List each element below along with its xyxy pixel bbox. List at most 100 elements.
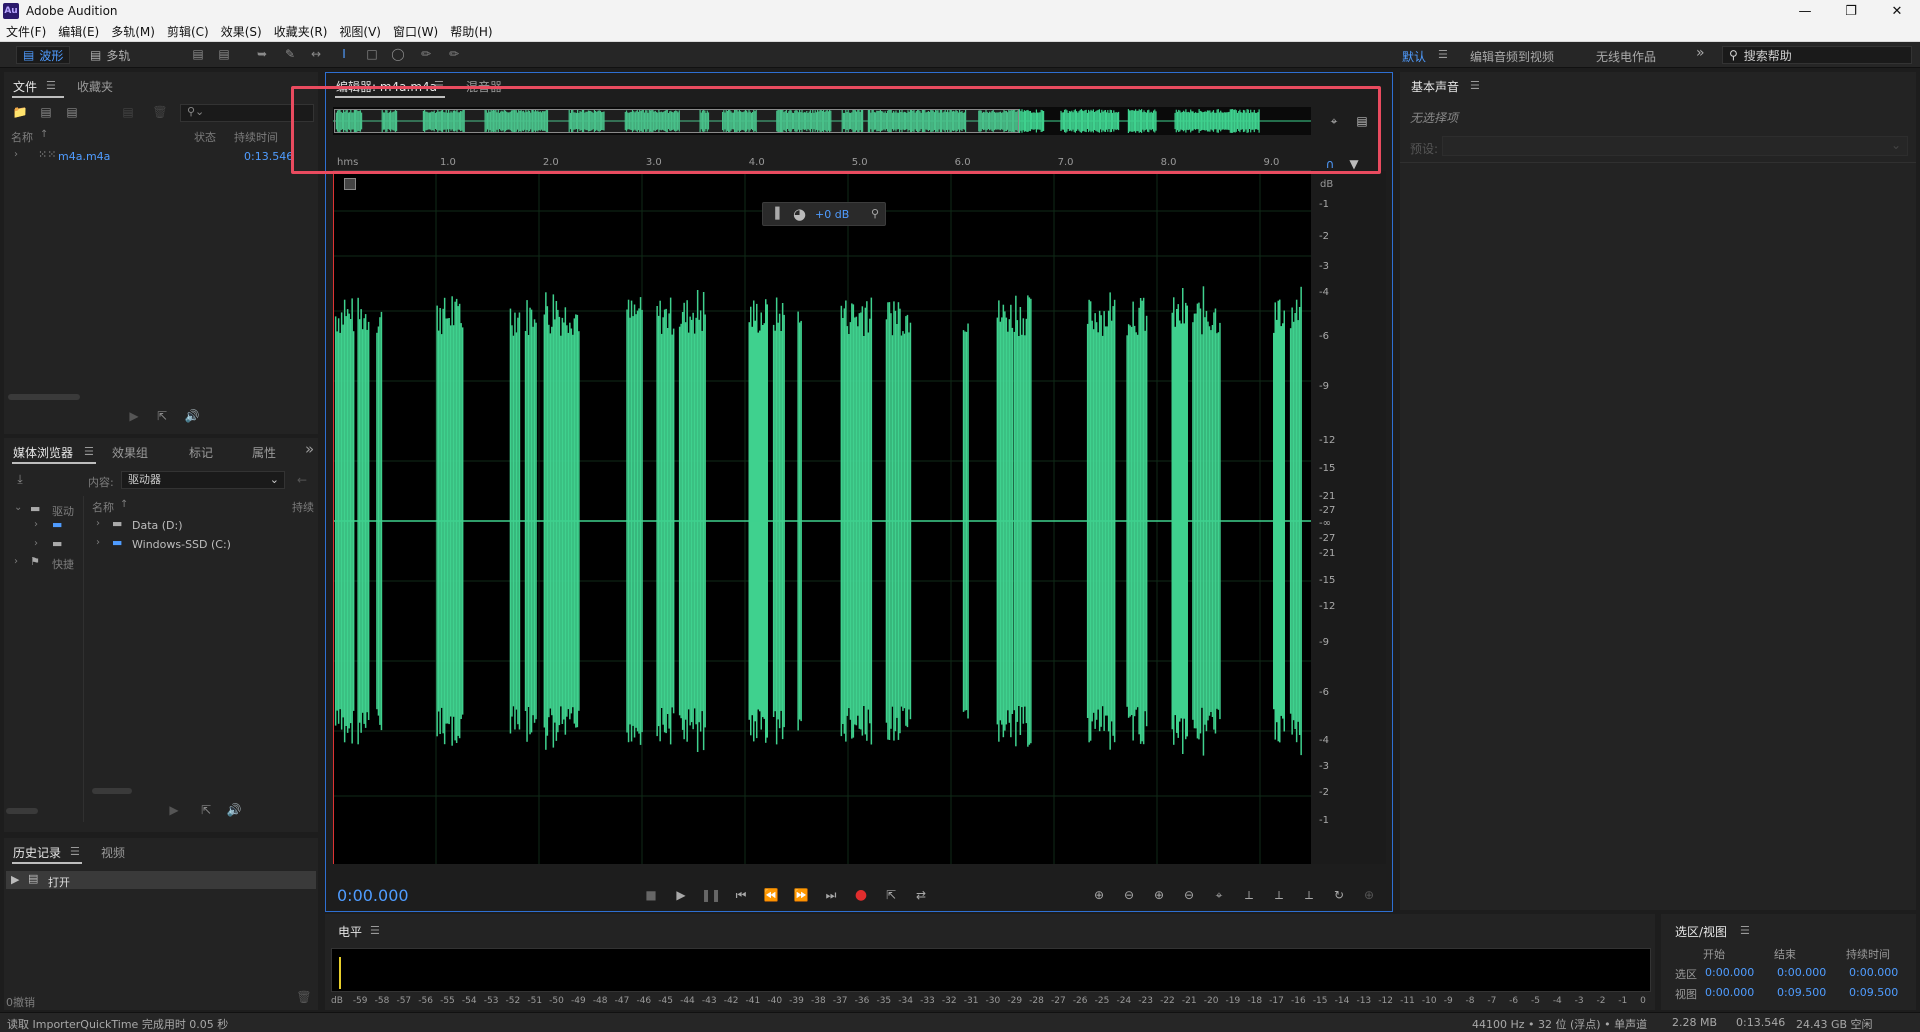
zoom-in-amplitude-icon[interactable]: ⊕: [1091, 887, 1107, 903]
editor-panel-menu-icon[interactable]: ☰: [434, 79, 444, 92]
media-scrollbar[interactable]: [92, 788, 132, 794]
tab-files[interactable]: 文件: [13, 78, 37, 95]
menu-clip[interactable]: 剪辑(C): [161, 23, 215, 40]
selection-start[interactable]: 0:00.000: [1705, 966, 1754, 979]
tab-editor[interactable]: 编辑器: m4a.m4a: [336, 78, 437, 95]
level-meter-title[interactable]: 电平: [338, 923, 362, 940]
loop-preview-icon[interactable]: ⇱: [154, 409, 170, 425]
trash-icon[interactable]: 🗑: [296, 990, 312, 1006]
spectral-pitch-icon[interactable]: ▤: [216, 47, 232, 63]
menu-multitrack[interactable]: 多轨(M): [105, 23, 161, 40]
menu-file[interactable]: 文件(F): [0, 23, 52, 40]
history-item[interactable]: ▶ ▤ 打开: [6, 871, 316, 889]
zoom-reset-icon[interactable]: ⌖: [1326, 114, 1342, 130]
overview-view-range[interactable]: [334, 109, 1019, 133]
time-selection-tool-icon[interactable]: I: [336, 47, 352, 63]
play-preview-icon[interactable]: ▶: [166, 803, 182, 819]
tree-expand-icon[interactable]: ›: [14, 556, 18, 567]
more-tabs-icon[interactable]: »: [305, 440, 314, 458]
loop-playback-icon[interactable]: ⇱: [883, 887, 899, 903]
waveform-mode-button[interactable]: ▤ 波形: [16, 46, 71, 64]
zoom-to-playhead-icon[interactable]: ↻: [1331, 887, 1347, 903]
selection-duration[interactable]: 0:00.000: [1849, 966, 1898, 979]
fast-forward-icon[interactable]: ⏩: [793, 887, 809, 903]
tree-child-expand-icon[interactable]: ›: [34, 538, 38, 549]
column-duration[interactable]: 持续时间: [234, 129, 278, 145]
view-start[interactable]: 0:00.000: [1705, 986, 1754, 999]
overview-menu-icon[interactable]: ▤: [1354, 114, 1370, 130]
stop-icon[interactable]: ■: [643, 887, 659, 903]
slip-tool-icon[interactable]: ↔: [308, 47, 324, 63]
selection-end[interactable]: 0:00.000: [1777, 966, 1826, 979]
skip-to-start-icon[interactable]: ⏮: [733, 887, 749, 903]
column-status[interactable]: 状态: [194, 129, 216, 145]
workspace-edit-audio-video[interactable]: 编辑音频到视频: [1470, 48, 1554, 65]
file-filter-input[interactable]: ⚲⌄: [180, 104, 314, 122]
essential-sound-title[interactable]: 基本声音: [1411, 78, 1459, 95]
zoom-out-time-icon[interactable]: ⊖: [1181, 887, 1197, 903]
open-file-icon[interactable]: 📁: [12, 105, 28, 121]
file-row[interactable]: › ⁙⁙ m4a.m4a 0:13.546: [4, 148, 318, 164]
marquee-tool-icon[interactable]: □: [364, 47, 380, 63]
auto-play-icon[interactable]: 🔊: [184, 409, 200, 425]
workspace-menu-icon[interactable]: ☰: [1438, 48, 1448, 61]
hud-gain-value[interactable]: +0 dB: [815, 208, 849, 221]
zoom-out-full-icon[interactable]: ⌖: [1211, 887, 1227, 903]
brush-tool-icon[interactable]: ✏: [418, 47, 434, 63]
pin-icon[interactable]: ⚲: [871, 207, 879, 220]
workspace-default[interactable]: 默认: [1402, 48, 1426, 65]
back-arrow-icon[interactable]: ←: [294, 473, 310, 489]
menu-favorites[interactable]: 收藏夹(R): [268, 23, 334, 40]
selection-view-title[interactable]: 选区/视图: [1675, 923, 1727, 940]
play-icon[interactable]: ▶: [673, 887, 689, 903]
zoom-in-point-in-icon[interactable]: ⟂: [1241, 887, 1257, 903]
move-tool-icon[interactable]: ➥: [254, 47, 270, 63]
multitrack-mode-button[interactable]: ▤ 多轨: [84, 46, 136, 64]
menu-help[interactable]: 帮助(H): [444, 23, 498, 40]
content-select[interactable]: 驱动器 ⌄: [121, 471, 285, 489]
minimize-button[interactable]: —: [1782, 0, 1828, 22]
zoom-in-time-icon[interactable]: ⊕: [1151, 887, 1167, 903]
skip-selection-icon[interactable]: ⇄: [913, 887, 929, 903]
volume-knob-icon[interactable]: ◕: [793, 205, 806, 223]
zoom-out-amplitude-icon[interactable]: ⊖: [1121, 887, 1137, 903]
menu-effects[interactable]: 效果(S): [215, 23, 268, 40]
menu-edit[interactable]: 编辑(E): [52, 23, 105, 40]
download-icon[interactable]: ⤓: [12, 472, 28, 488]
list-item[interactable]: › ▬ Data (D:): [88, 516, 318, 534]
tree-shortcuts-label[interactable]: 快捷: [52, 556, 74, 572]
history-panel-menu-icon[interactable]: ☰: [70, 845, 80, 858]
tab-history[interactable]: 历史记录: [13, 844, 61, 861]
auto-play-icon[interactable]: 🔊: [226, 803, 242, 819]
razor-tool-icon[interactable]: ✎: [282, 47, 298, 63]
tab-media-browser[interactable]: 媒体浏览器: [13, 444, 73, 461]
menu-view[interactable]: 视图(V): [333, 23, 387, 40]
rewind-icon[interactable]: ⏪: [763, 887, 779, 903]
expand-arrow-icon[interactable]: ›: [96, 537, 100, 548]
media-panel-menu-icon[interactable]: ☰: [84, 445, 94, 458]
tree-drives-label[interactable]: 驱动: [52, 503, 74, 519]
hud-volume-control[interactable]: ▐ ◕ +0 dB ⚲: [762, 202, 886, 226]
close-button[interactable]: ✕: [1874, 0, 1920, 22]
zoom-selection-icon[interactable]: ⟂: [1301, 887, 1317, 903]
tab-effects-rack[interactable]: 效果组: [112, 444, 148, 461]
view-duration[interactable]: 0:09.500: [1849, 986, 1898, 999]
tree-expand-icon[interactable]: ⌄: [14, 502, 22, 513]
delete-file-icon[interactable]: 🗑: [152, 105, 168, 121]
media-column-name[interactable]: 名称: [92, 499, 114, 515]
new-file-icon[interactable]: ▤: [64, 105, 80, 121]
tree-child-expand-icon[interactable]: ›: [34, 519, 38, 530]
selection-panel-menu-icon[interactable]: ☰: [1740, 924, 1750, 937]
files-scrollbar[interactable]: [8, 394, 80, 400]
tab-video[interactable]: 视频: [101, 844, 125, 861]
tab-markers[interactable]: 标记: [189, 444, 213, 461]
time-ruler[interactable]: hms 1.0 2.0 3.0 4.0 5.0 6.0 7.0 8.0 9.0: [333, 155, 1311, 171]
help-search-input[interactable]: ⚲ 搜索帮助: [1722, 46, 1912, 64]
level-panel-menu-icon[interactable]: ☰: [370, 924, 380, 937]
lasso-tool-icon[interactable]: ◯: [390, 47, 406, 63]
restore-button[interactable]: ❐: [1828, 0, 1874, 22]
more-workspaces-icon[interactable]: »: [1696, 45, 1705, 61]
tab-properties[interactable]: 属性: [252, 444, 276, 461]
play-preview-icon[interactable]: ▶: [126, 409, 142, 425]
media-column-duration[interactable]: 持续: [292, 499, 314, 515]
